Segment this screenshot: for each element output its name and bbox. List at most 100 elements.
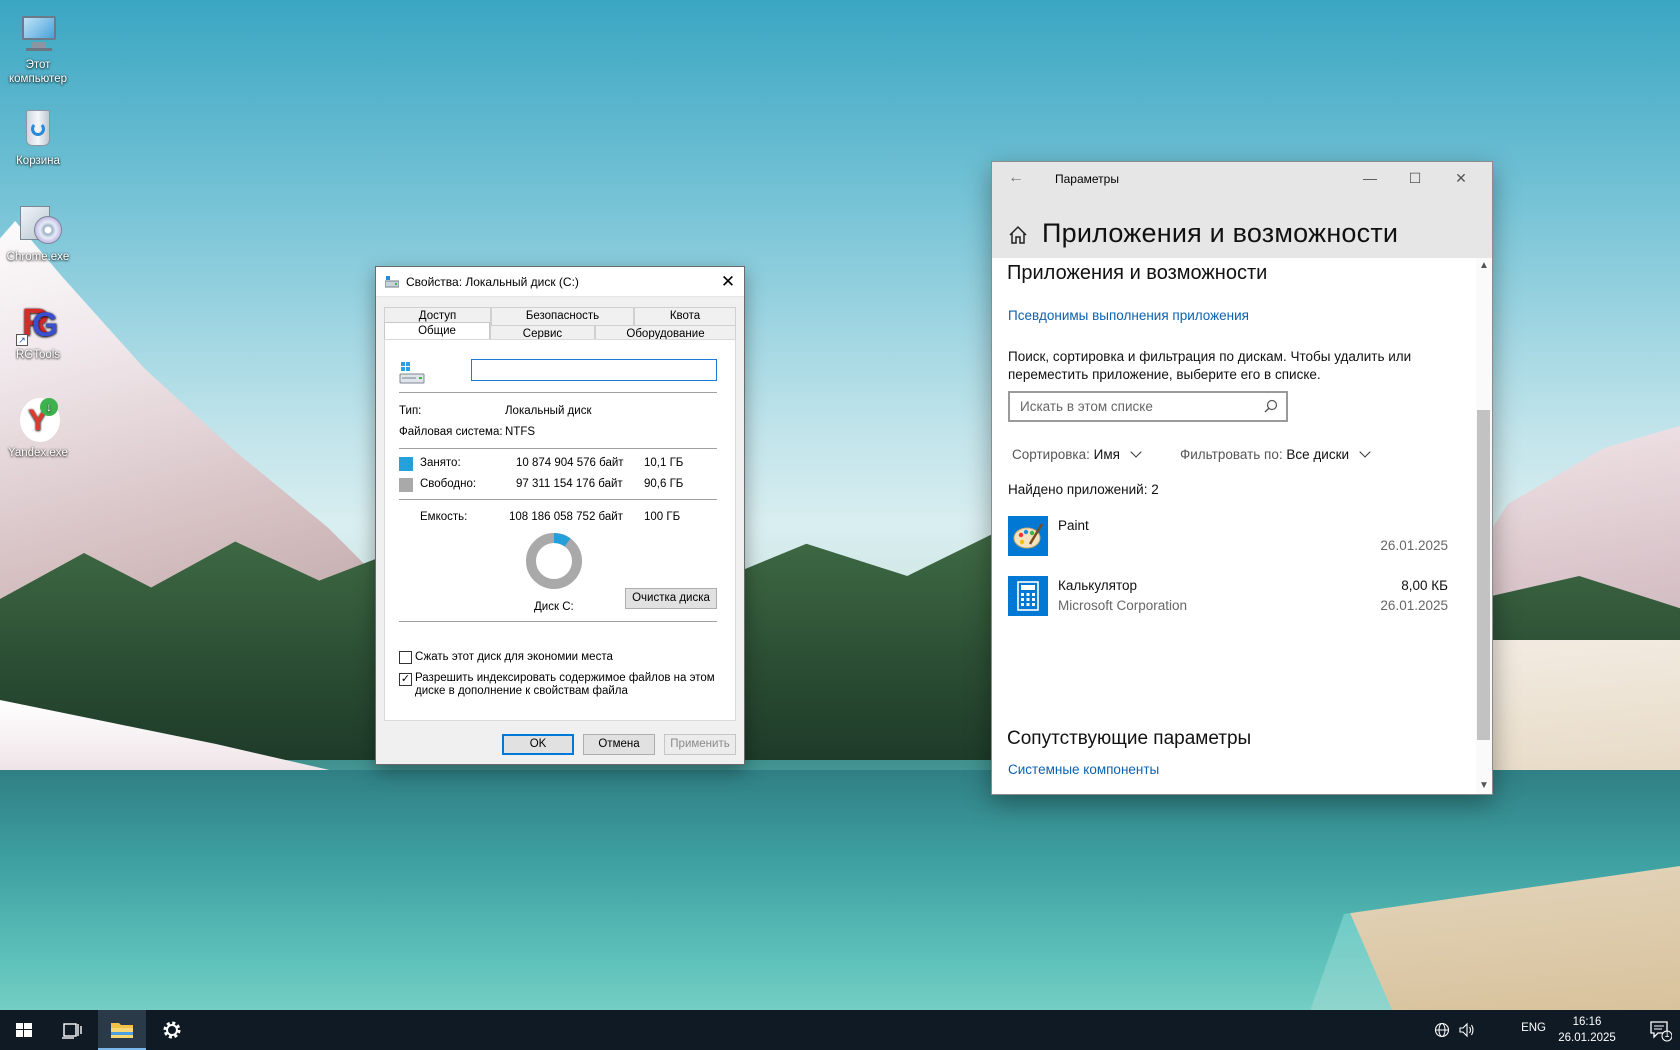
shortcut-arrow-icon: ↗ xyxy=(16,334,28,346)
app-size: 8,00 КБ xyxy=(1401,578,1448,593)
desktop-icon-label: RGTools xyxy=(15,349,61,361)
app-date: 26.01.2025 xyxy=(1380,538,1448,553)
disk-cleanup-button[interactable]: Очистка диска xyxy=(625,588,717,609)
sort-value: Имя xyxy=(1093,447,1120,462)
filter-dropdown[interactable]: Фильтровать по: Все диски xyxy=(1180,446,1371,462)
capacity-gb: 100 ГБ xyxy=(644,511,681,523)
maximize-button[interactable]: ☐ xyxy=(1392,166,1438,190)
used-space-swatch xyxy=(399,457,413,471)
system-components-link[interactable]: Системные компоненты xyxy=(1008,762,1159,777)
divider xyxy=(399,621,717,622)
app-search-input[interactable]: Искать в этом списке xyxy=(1008,391,1288,422)
close-button[interactable]: ✕ xyxy=(1438,166,1484,190)
calculator-icon xyxy=(1008,576,1048,616)
disk-usage-donut xyxy=(526,533,582,589)
local-disk-icon xyxy=(399,362,425,384)
divider xyxy=(399,499,717,500)
divider xyxy=(399,392,717,393)
app-aliases-link[interactable]: Псевдонимы выполнения приложения xyxy=(1008,308,1249,323)
gear-icon xyxy=(163,1021,181,1039)
app-publisher: Microsoft Corporation xyxy=(1058,598,1188,613)
clock[interactable]: 16:16 26.01.2025 xyxy=(1552,1014,1622,1046)
capacity-bytes: 108 186 058 752 байт xyxy=(509,511,623,523)
filesystem-label: Файловая система: xyxy=(399,426,503,438)
notification-count: 1 xyxy=(1664,1029,1670,1039)
ok-button[interactable]: OK xyxy=(502,734,574,755)
sort-dropdown[interactable]: Сортировка: Имя xyxy=(1012,446,1142,462)
section-title: Приложения и возможности xyxy=(1007,262,1268,284)
dialog-title: Свойства: Локальный диск (C:) xyxy=(406,275,579,289)
app-name: Paint xyxy=(1058,518,1089,533)
tab-quota[interactable]: Квота xyxy=(634,307,736,325)
taskbar: ENG 16:16 26.01.2025 1 xyxy=(0,1010,1680,1050)
task-view-button[interactable] xyxy=(48,1010,96,1050)
filter-label: Фильтровать по: xyxy=(1180,447,1283,462)
used-bytes: 10 874 904 576 байт xyxy=(516,457,624,469)
dialog-titlebar[interactable]: Свойства: Локальный диск (C:) ✕ xyxy=(376,267,744,297)
search-icon xyxy=(1264,399,1278,413)
cancel-button[interactable]: Отмена xyxy=(583,734,655,755)
close-button[interactable]: ✕ xyxy=(712,267,744,297)
desktop-icon-yandex-exe[interactable]: Y ↓ Yandex.exe xyxy=(2,398,74,460)
desktop-icon-chrome-exe[interactable]: Chrome.exe xyxy=(2,202,74,264)
apply-button[interactable]: Применить xyxy=(664,734,736,755)
found-apps-count: Найдено приложений: 2 xyxy=(1008,482,1159,497)
home-icon[interactable] xyxy=(1008,225,1028,245)
desktop-icon-label: Этот xyxy=(25,59,51,71)
disk-properties-dialog: Свойства: Локальный диск (C:) ✕ Доступ Б… xyxy=(375,266,745,765)
drive-label-input[interactable] xyxy=(471,359,717,381)
desktop-icon-rgtools[interactable]: RG ↗ RGTools xyxy=(2,300,74,362)
back-arrow-icon[interactable]: ← xyxy=(1008,169,1024,187)
drive-icon xyxy=(385,276,399,288)
app-name: Калькулятор xyxy=(1058,578,1138,593)
taskbar-file-explorer[interactable] xyxy=(98,1010,146,1050)
capacity-label: Емкость: xyxy=(420,511,468,523)
free-space-swatch xyxy=(399,478,413,492)
used-label: Занято: xyxy=(420,457,461,469)
volume-icon[interactable] xyxy=(1458,1022,1476,1038)
yandex-browser-icon: Y ↓ xyxy=(14,398,62,444)
index-label-line1: Разрешить индексировать содержимое файло… xyxy=(415,672,715,684)
recycle-bin-icon xyxy=(14,106,62,152)
type-value: Локальный диск xyxy=(505,405,592,417)
index-label-line2: диске в дополнение к свойствам файла xyxy=(415,685,628,697)
chevron-down-icon xyxy=(1359,446,1371,458)
start-button[interactable] xyxy=(0,1010,48,1050)
network-globe-icon[interactable] xyxy=(1434,1022,1450,1038)
related-settings-title: Сопутствующие параметры xyxy=(1007,728,1252,749)
desktop-icon-this-pc[interactable]: Этот компьютер xyxy=(2,10,74,86)
this-pc-icon xyxy=(14,10,62,56)
minimize-button[interactable]: — xyxy=(1347,166,1393,190)
tab-security[interactable]: Безопасность xyxy=(491,307,634,325)
free-gb: 90,6 ГБ xyxy=(644,478,684,490)
clock-time: 16:16 xyxy=(1572,1016,1602,1028)
taskbar-settings[interactable] xyxy=(148,1010,196,1050)
desktop-icon-label: Chrome.exe xyxy=(6,251,70,263)
windows-logo-icon xyxy=(16,1023,32,1037)
type-label: Тип: xyxy=(399,405,422,417)
divider xyxy=(399,448,717,449)
compress-checkbox[interactable] xyxy=(399,651,412,664)
general-tab-panel: Тип: Локальный диск Файловая система: NT… xyxy=(384,339,736,721)
clock-date: 26.01.2025 xyxy=(1558,1032,1616,1044)
sort-label: Сортировка: xyxy=(1012,447,1090,462)
compress-label: Сжать этот диск для экономии места xyxy=(415,651,613,663)
app-list-item-calculator[interactable]: Калькулятор Microsoft Corporation 8,00 К… xyxy=(1008,576,1448,626)
donut-free-segment xyxy=(526,533,582,589)
input-language[interactable]: ENG xyxy=(1521,1022,1546,1034)
index-checkbox[interactable]: ✓ xyxy=(399,673,412,686)
scrollbar-thumb[interactable] xyxy=(1477,410,1490,740)
apps-description: Поиск, сортировка и фильтрация по дискам… xyxy=(1008,349,1412,382)
app-list-item-paint[interactable]: Paint 26.01.2025 xyxy=(1008,516,1448,566)
folder-icon xyxy=(111,1023,133,1038)
desktop-icon-label: Yandex.exe xyxy=(8,447,68,459)
page-title: Приложения и возможности xyxy=(1042,218,1399,248)
scroll-down-icon[interactable]: ▼ xyxy=(1476,778,1492,794)
installer-disc-icon xyxy=(14,202,62,248)
settings-window: ← Параметры — ☐ ✕ Приложения и возможнос… xyxy=(991,161,1493,795)
chevron-down-icon xyxy=(1130,446,1142,458)
scroll-up-icon[interactable]: ▲ xyxy=(1476,258,1492,274)
action-center-button[interactable]: 1 xyxy=(1648,1018,1673,1042)
used-gb: 10,1 ГБ xyxy=(644,457,684,469)
desktop-icon-recycle-bin[interactable]: Корзина xyxy=(2,106,74,168)
